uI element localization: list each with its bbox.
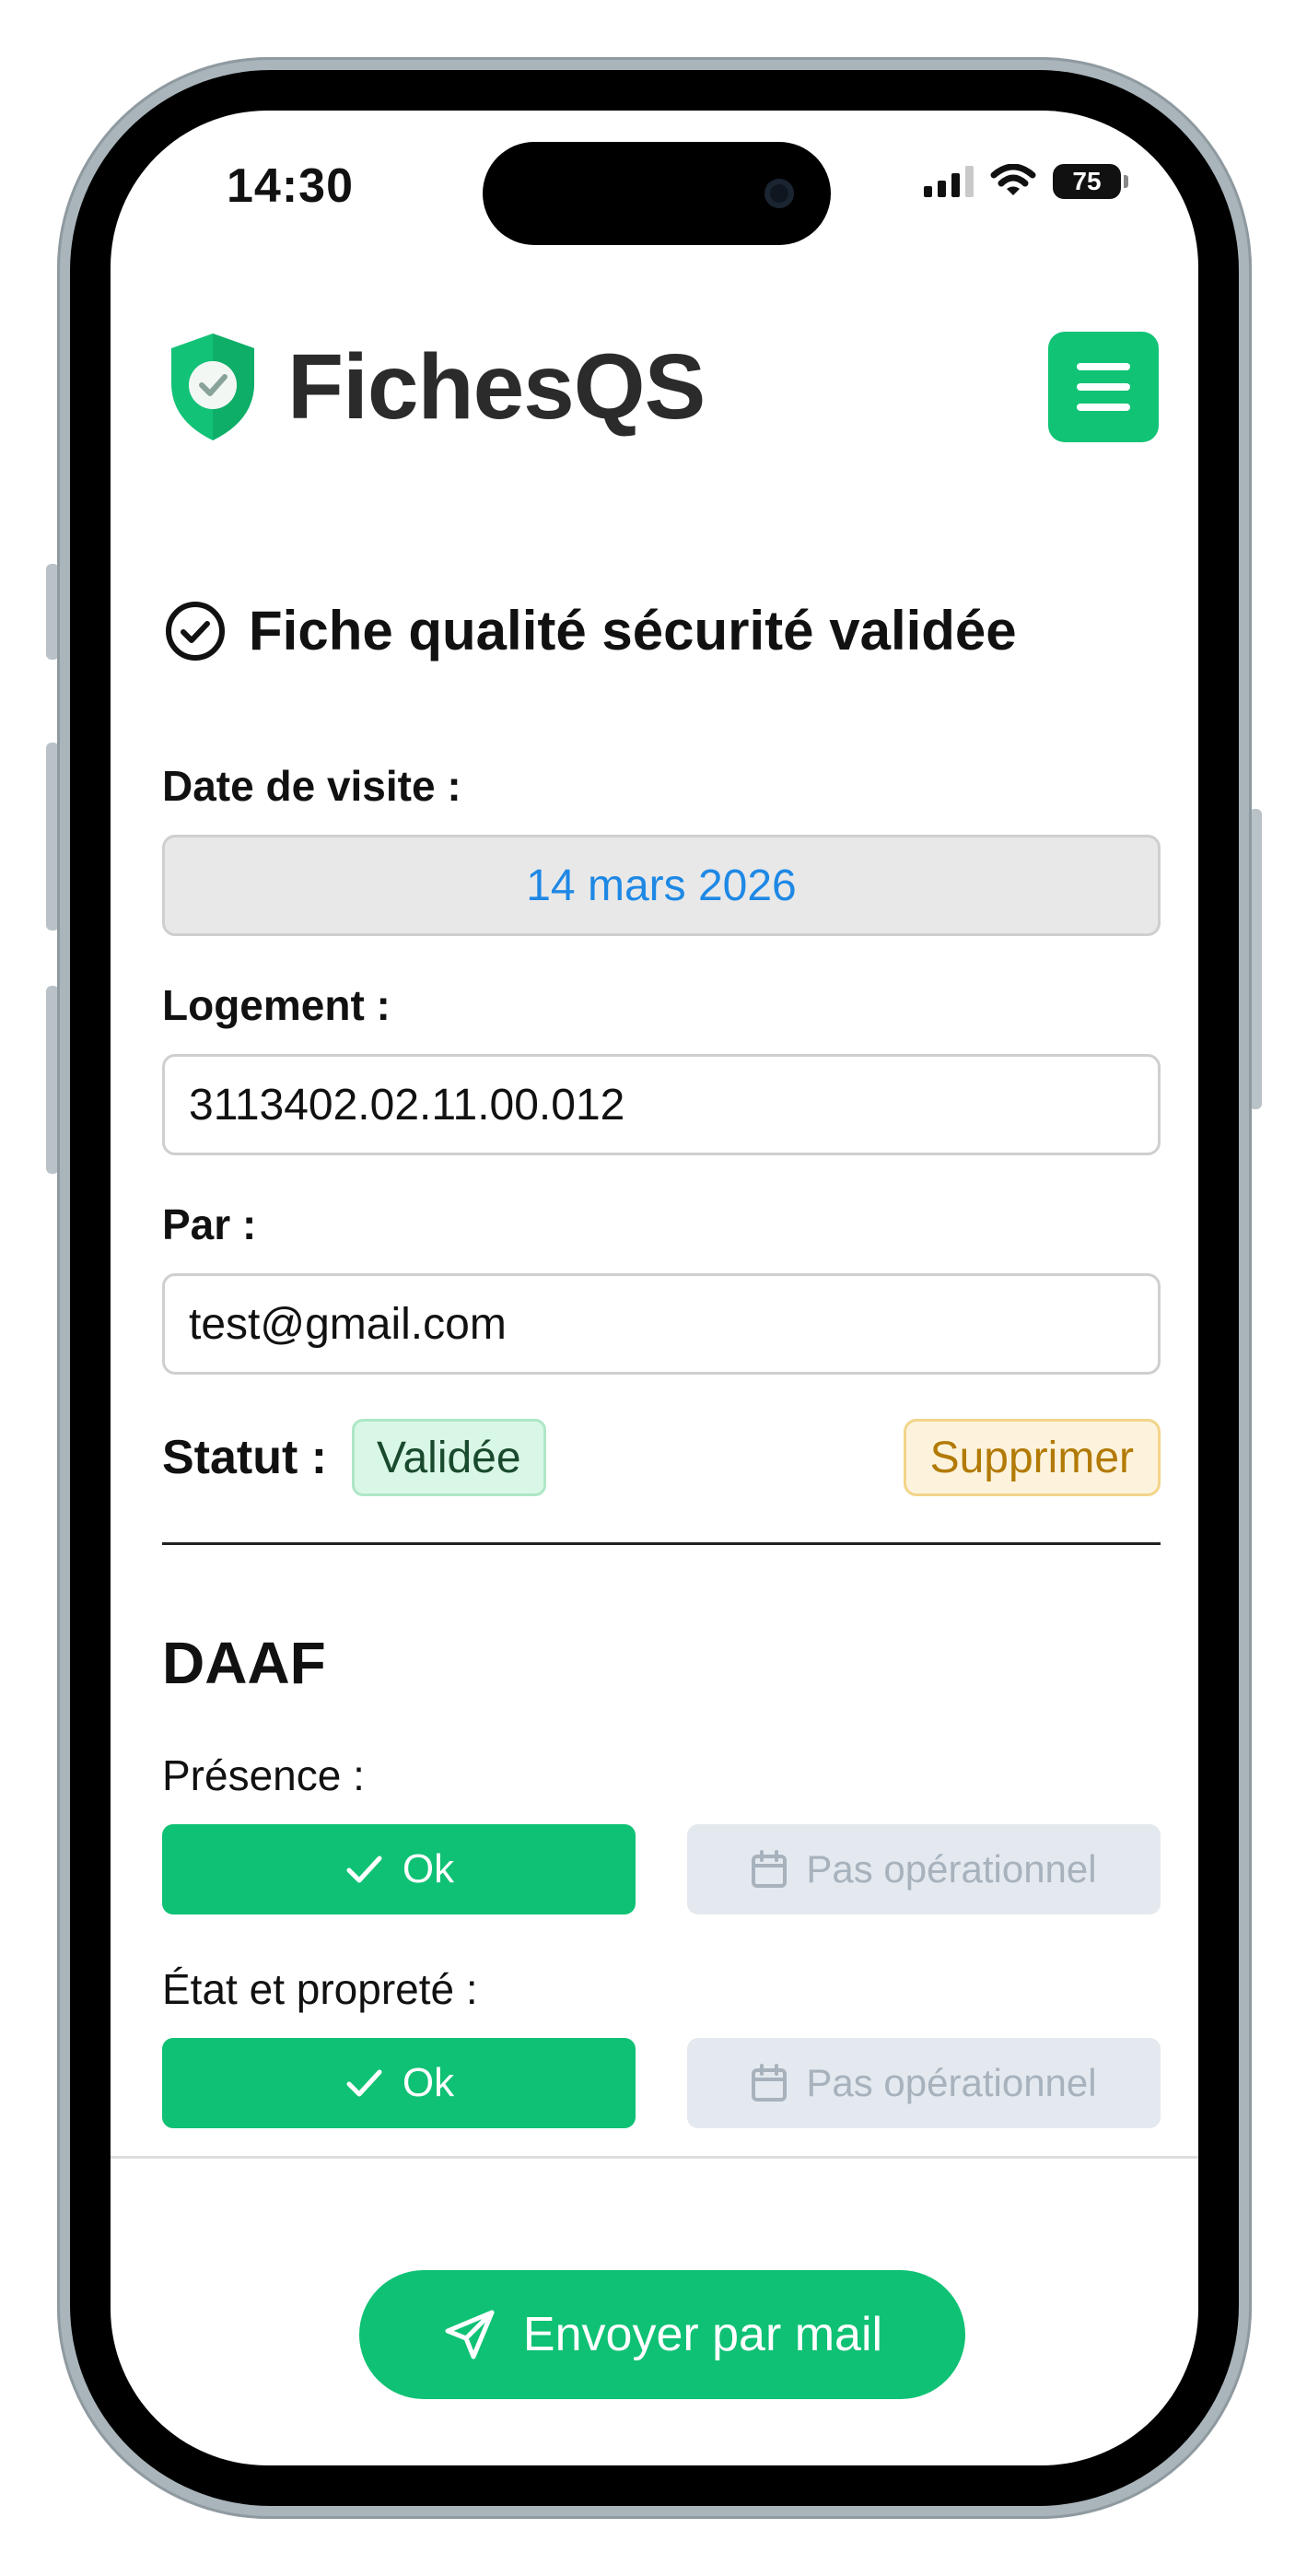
fiche-heading: Fiche qualité sécurité validée [164, 599, 1017, 662]
menu-button[interactable] [1048, 332, 1159, 442]
fiche-heading-text: Fiche qualité sécurité validée [249, 600, 1017, 662]
daaf-title: DAAF [162, 1630, 326, 1696]
delete-button[interactable]: Supprimer [903, 1419, 1161, 1496]
presence-not-operational-label: Pas opérationnel [806, 1847, 1097, 1891]
statut-row: Statut : Validée Supprimer [162, 1419, 1161, 1502]
check-icon [346, 2069, 382, 2097]
date-label: Date de visite : [162, 762, 461, 810]
check-icon [346, 1856, 382, 1883]
etat-label: État et propreté : [162, 1965, 478, 2013]
battery-level: 75 [1072, 167, 1102, 195]
screen: 14:30 75 FichesQS Fiche qualité sécurité… [111, 111, 1198, 2465]
logement-field[interactable]: 3113402.02.11.00.012 [162, 1054, 1161, 1155]
par-label: Par : [162, 1200, 257, 1248]
shield-check-icon [171, 334, 254, 440]
footer-divider [111, 2156, 1198, 2159]
status-indicators: 75 [924, 164, 1128, 199]
logement-label: Logement : [162, 981, 391, 1029]
etat-not-operational-button[interactable]: Pas opérationnel [687, 2038, 1161, 2128]
status-time: 14:30 [227, 159, 354, 213]
send-icon [445, 2310, 495, 2359]
dynamic-island [483, 142, 831, 245]
calendar-icon [752, 2064, 788, 2102]
send-email-button[interactable]: Envoyer par mail [359, 2270, 965, 2399]
presence-ok-label: Ok [402, 1846, 455, 1891]
date-field[interactable]: 14 mars 2026 [162, 835, 1161, 936]
etat-ok-button[interactable]: Ok [162, 2038, 636, 2128]
app-header: FichesQS [164, 328, 1159, 448]
presence-label: Présence : [162, 1751, 365, 1799]
par-field[interactable]: test@gmail.com [162, 1273, 1161, 1375]
hamburger-icon [1077, 363, 1130, 370]
presence-not-operational-button[interactable]: Pas opérationnel [687, 1824, 1161, 1914]
etat-ok-label: Ok [402, 2060, 455, 2105]
divider [162, 1542, 1161, 1545]
send-email-label: Envoyer par mail [522, 2308, 883, 2361]
wifi-icon [990, 164, 1036, 195]
camera-icon [764, 179, 794, 208]
etat-not-operational-label: Pas opérationnel [806, 2061, 1097, 2104]
battery-icon: 75 [1053, 164, 1128, 199]
presence-ok-button[interactable]: Ok [162, 1824, 636, 1914]
app-title: FichesQS [287, 335, 706, 439]
calendar-icon [752, 1850, 788, 1888]
cellular-signal-icon [924, 166, 974, 197]
check-circle-icon [166, 601, 225, 661]
statut-label: Statut : [162, 1431, 328, 1484]
status-badge: Validée [352, 1419, 546, 1496]
